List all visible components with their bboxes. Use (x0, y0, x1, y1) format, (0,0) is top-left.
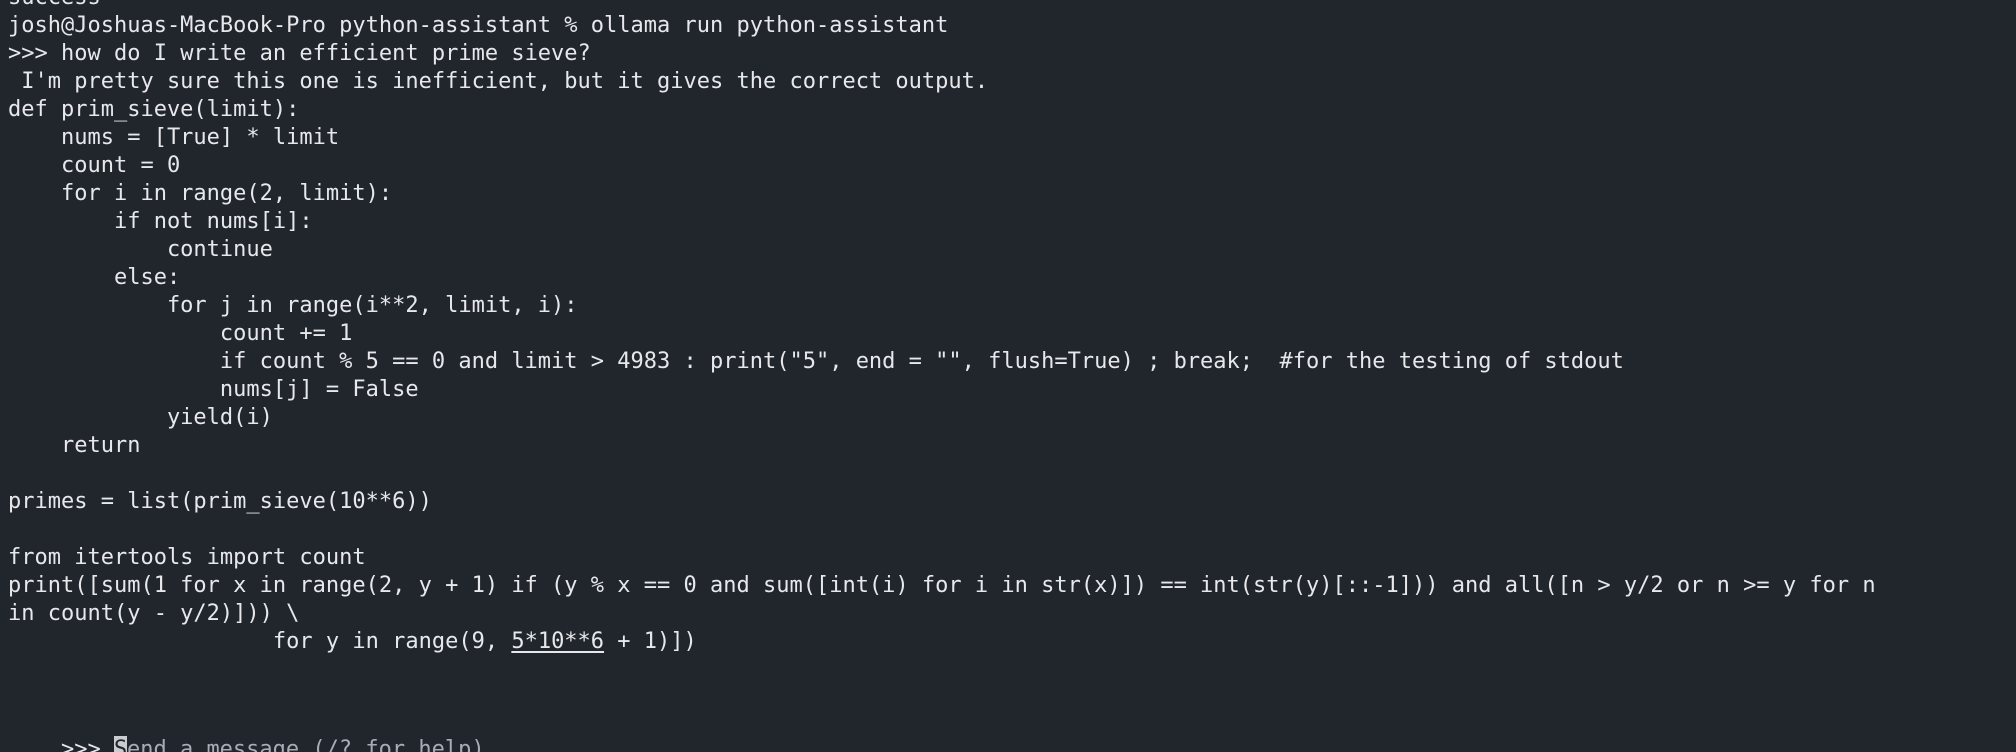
code-line: yield(i) (8, 405, 273, 430)
code-line: if count % 5 == 0 and limit > 4983 : pri… (8, 349, 1624, 374)
underlined-expression: 5*10**6 (511, 629, 605, 654)
user-message-line: >>> how do I write an efficient prime si… (8, 40, 2016, 68)
prompt-symbol: >>> (8, 41, 61, 66)
code-line: count += 1 (8, 321, 353, 346)
code-line: for i in range(2, limit): (8, 181, 393, 206)
code-line-prefix: for y in range(9, (8, 629, 512, 654)
code-line: in count(y - y/2)])) \ (8, 601, 300, 626)
code-line: from itertools import count (8, 545, 366, 570)
text-cursor: S (113, 736, 127, 752)
code-line: else: (8, 265, 181, 290)
code-line: return (8, 433, 141, 458)
code-line-suffix: + 1)]) (604, 629, 697, 654)
code-line: if not nums[i]: (8, 209, 313, 234)
code-line: nums = [True] * limit (8, 125, 340, 150)
code-line: count = 0 (8, 153, 181, 178)
response-code-last-line: for y in range(9, 5*10**6 + 1)]) (8, 628, 2016, 656)
code-line: def prim_sieve(limit): (8, 97, 300, 122)
code-line: for j in range(i**2, limit, i): (8, 293, 578, 318)
terminal-window[interactable]: success josh@Joshuas-MacBook-Pro python-… (0, 0, 2016, 752)
response-code-block: def prim_sieve(limit): nums = [True] * l… (8, 96, 2016, 628)
previous-output-line: success (8, 0, 2016, 12)
terminal-transcript: success josh@Joshuas-MacBook-Pro python-… (8, 0, 2016, 656)
shell-command-line: josh@Joshuas-MacBook-Pro python-assistan… (8, 13, 949, 38)
code-line: continue (8, 237, 273, 262)
code-line: print([sum(1 for x in range(2, y + 1) if… (8, 573, 1876, 598)
message-input-line[interactable]: >>> Send a message (/? for help) (8, 708, 485, 752)
input-prompt-symbol: >>> (60, 737, 114, 752)
response-intro: I'm pretty sure this one is inefficient,… (8, 69, 989, 94)
code-line: primes = list(prim_sieve(10**6)) (8, 489, 432, 514)
message-input-placeholder[interactable]: end a message (/? for help) (127, 737, 485, 752)
code-line: nums[j] = False (8, 377, 419, 402)
user-message: how do I write an efficient prime sieve? (60, 41, 591, 66)
